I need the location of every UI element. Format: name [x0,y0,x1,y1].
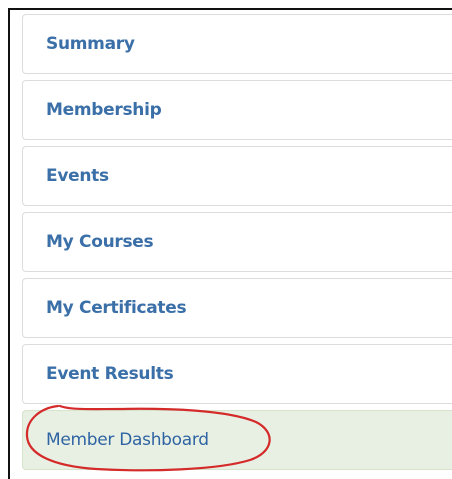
sidebar-item-events[interactable]: Events [22,146,452,206]
sidebar-item-label: Summary [46,34,135,54]
sidebar-item-label: Event Results [46,364,174,384]
sidebar-item-my-certificates[interactable]: My Certificates [22,278,452,338]
sidebar-item-member-dashboard[interactable]: Member Dashboard [22,410,452,470]
sidebar-item-summary[interactable]: Summary [22,14,452,74]
sidebar-item-my-courses[interactable]: My Courses [22,212,452,272]
sidebar-item-event-results[interactable]: Event Results [22,344,452,404]
sidebar-menu: Summary Membership Events My Courses My … [22,14,452,476]
sidebar-panel: Summary Membership Events My Courses My … [8,8,452,479]
sidebar-item-label: My Certificates [46,298,187,318]
sidebar-item-label: My Courses [46,232,154,252]
sidebar-item-label: Membership [46,100,162,120]
sidebar-item-label: Events [46,166,109,186]
sidebar-item-membership[interactable]: Membership [22,80,452,140]
sidebar-item-label: Member Dashboard [46,430,209,450]
